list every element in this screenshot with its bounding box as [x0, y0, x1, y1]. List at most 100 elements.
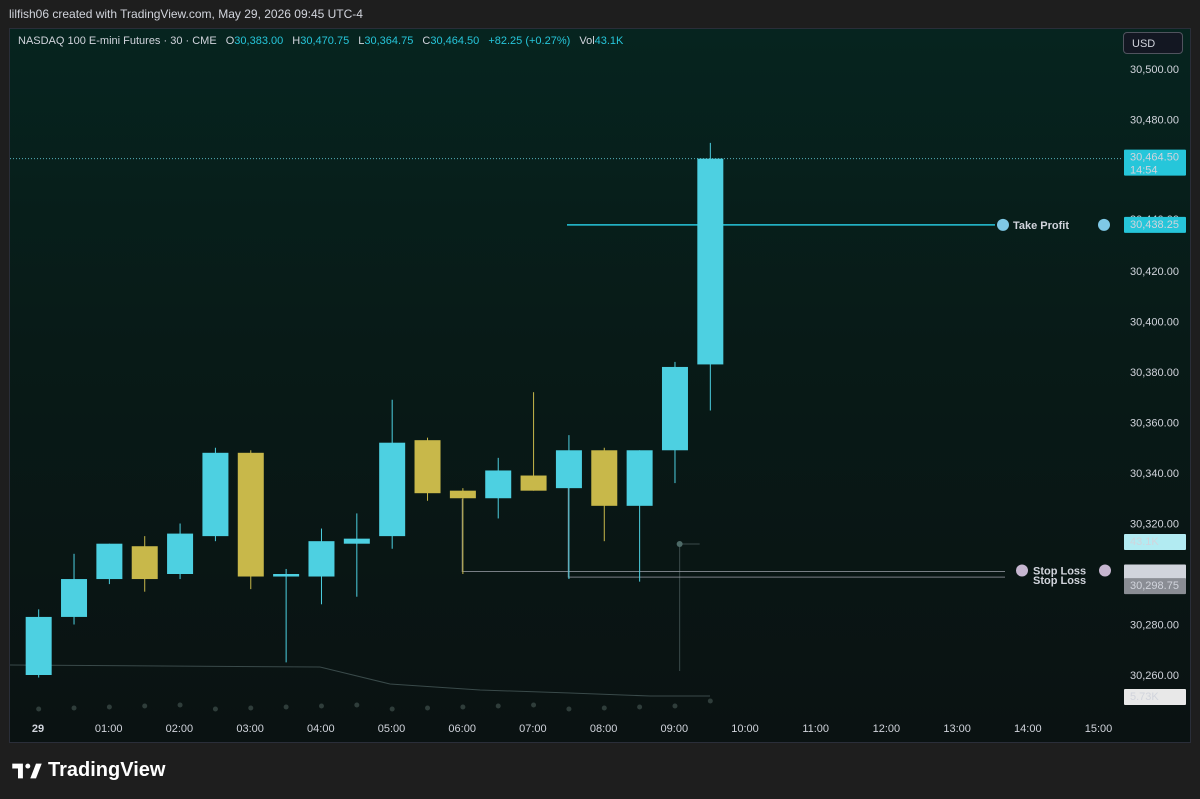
volume-dot: [283, 704, 289, 710]
volume-spike-line: [679, 543, 700, 671]
volume-ma-badge: 5.73K: [1130, 691, 1159, 703]
last-price-badge: 30,464.50: [1130, 152, 1179, 164]
price-tick-label: 30,280.00: [1130, 620, 1179, 632]
time-tick-label: 02:00: [166, 723, 194, 735]
attribution-text: lilfish06 created with TradingView.com, …: [9, 7, 363, 21]
volume-badge: 43.1K: [1130, 536, 1159, 548]
high-value: 30,470.75: [300, 35, 350, 47]
brand-name: TradingView: [48, 759, 166, 781]
attribution-bar: lilfish06 created with TradingView.com, …: [0, 0, 1200, 28]
candle-body[interactable]: [485, 470, 512, 499]
take-profit-icon: [1098, 218, 1110, 231]
symbol-name[interactable]: NASDAQ 100 E-mini Futures · 30 · CME: [18, 35, 217, 47]
volume-value: 43.1K: [594, 35, 624, 47]
candle-body[interactable]: [449, 490, 476, 499]
volume-dot: [637, 704, 643, 710]
time-tick-label: 06:00: [448, 723, 476, 735]
volume-dot: [212, 706, 218, 712]
stop-loss-icon: [1099, 564, 1111, 577]
volume-dot: [142, 703, 148, 709]
time-tick-label: 08:00: [590, 723, 618, 735]
time-tick-label: 14:00: [1014, 723, 1042, 735]
candle-body[interactable]: [343, 538, 370, 544]
price-chart[interactable]: 30,500.0030,480.0030,460.0030,440.0030,4…: [10, 29, 1191, 743]
volume-dot: [425, 705, 431, 711]
volume-dot: [106, 704, 112, 710]
volume-ma-line: [10, 664, 710, 697]
change-value: +82.25 (+0.27%): [488, 35, 571, 47]
candle-body[interactable]: [273, 574, 300, 577]
open-label: O: [225, 35, 235, 47]
close-value: 30,464.50: [430, 35, 480, 47]
candle-body[interactable]: [626, 450, 653, 506]
currency-button[interactable]: USD: [1123, 32, 1183, 54]
candle-body[interactable]: [414, 440, 441, 494]
volume-dot: [354, 702, 360, 708]
time-tick-label: 07:00: [519, 723, 547, 735]
price-tick-label: 30,380.00: [1130, 367, 1179, 379]
time-tick-label: 05:00: [378, 723, 406, 735]
tradingview-logo-icon: [12, 763, 42, 778]
take-profit-label: Take Profit: [1013, 220, 1069, 232]
time-tick-label: 13:00: [943, 723, 971, 735]
candle-body[interactable]: [237, 452, 264, 577]
volume-dot: [71, 705, 77, 711]
time-tick-label: 12:00: [873, 723, 901, 735]
take-profit-icon: [997, 218, 1009, 231]
volume-dot: [707, 698, 713, 704]
volume-dot: [389, 706, 395, 712]
stop-loss-icon: [1016, 564, 1028, 577]
take-profit-badge: 30,438.25: [1130, 219, 1179, 231]
stop-loss-badge-2: 30,298.75: [1130, 580, 1179, 592]
price-tick-label: 30,340.00: [1130, 468, 1179, 480]
price-tick-label: 30,320.00: [1130, 519, 1179, 531]
chart-panel[interactable]: 30,500.0030,480.0030,460.0030,440.0030,4…: [9, 28, 1191, 743]
volume-dot: [318, 703, 324, 709]
candle-body[interactable]: [96, 543, 123, 580]
candle-body[interactable]: [520, 475, 547, 491]
time-tick-label: 29: [32, 723, 44, 735]
candle-body[interactable]: [61, 579, 88, 617]
price-tick-label: 30,360.00: [1130, 418, 1179, 430]
candle-body[interactable]: [167, 533, 194, 574]
candle-body[interactable]: [308, 541, 335, 577]
volume-dot: [566, 706, 572, 712]
candle-body[interactable]: [697, 158, 724, 365]
low-value: 30,364.75: [364, 35, 414, 47]
candle-body[interactable]: [591, 450, 618, 506]
time-tick-label: 04:00: [307, 723, 335, 735]
stop-loss-badge-1: 30,301.00: [1130, 566, 1179, 578]
candle-body[interactable]: [379, 442, 406, 537]
price-tick-label: 30,400.00: [1130, 317, 1179, 329]
price-tick-label: 30,420.00: [1130, 266, 1179, 278]
price-tick-label: 30,260.00: [1130, 670, 1179, 682]
candle-body[interactable]: [25, 616, 52, 675]
price-tick-label: 30,500.00: [1130, 64, 1179, 76]
stop-loss-line-1: [461, 499, 1005, 572]
last-price-badge: 14:54: [1130, 165, 1158, 177]
stop-loss-label: Stop Loss: [1033, 575, 1086, 587]
symbol-legend: NASDAQ 100 E-mini Futures · 30 · CME O30…: [18, 35, 623, 47]
time-tick-label: 10:00: [731, 723, 759, 735]
volume-dot: [248, 705, 254, 711]
time-tick-label: 09:00: [661, 723, 689, 735]
time-tick-label: 15:00: [1085, 723, 1113, 735]
tradingview-logo[interactable]: TradingView: [12, 759, 165, 782]
time-tick-label: 03:00: [236, 723, 264, 735]
candle-body[interactable]: [555, 450, 582, 489]
volume-dot: [460, 704, 466, 710]
volume-dot: [36, 706, 42, 712]
volume-dot: [495, 703, 501, 709]
time-tick-label: 11:00: [802, 723, 829, 735]
volume-label: Vol: [579, 35, 595, 47]
volume-dot: [177, 702, 183, 708]
volume-dot: [601, 705, 607, 711]
footer: TradingView: [0, 743, 1200, 799]
volume-dot: [531, 702, 537, 708]
candle-body[interactable]: [202, 452, 229, 537]
candle-body[interactable]: [661, 366, 688, 451]
open-value: 30,383.00: [234, 35, 284, 47]
volume-dot: [672, 703, 678, 709]
time-tick-label: 01:00: [95, 723, 123, 735]
candle-body[interactable]: [131, 546, 158, 580]
